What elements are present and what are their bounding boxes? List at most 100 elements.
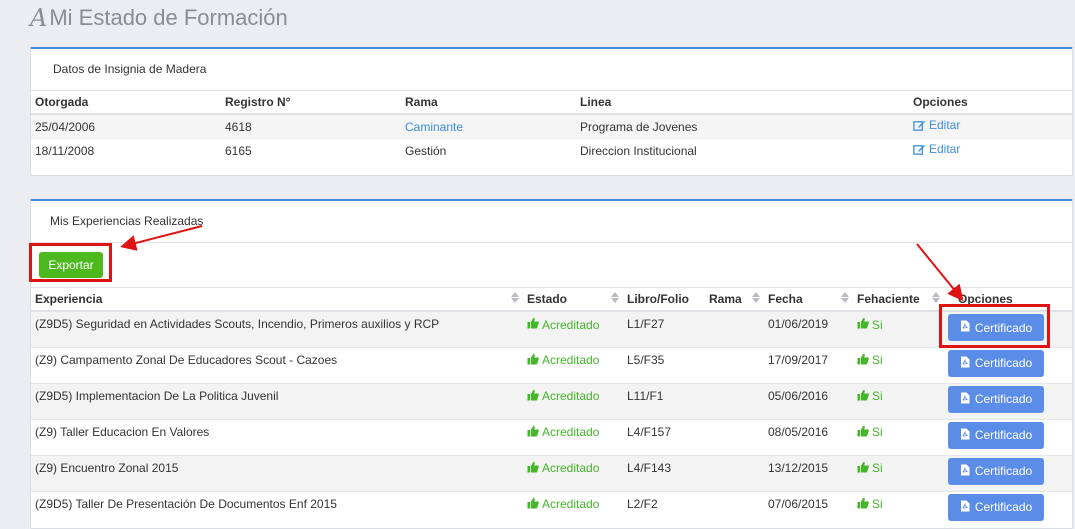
cell-fecha: 05/06/2016 bbox=[764, 382, 853, 419]
fehaciente-si: Si bbox=[857, 425, 883, 440]
status-acreditado: Acreditado bbox=[527, 353, 599, 368]
col-opciones: Opciones bbox=[909, 91, 1072, 115]
pdf-file-icon bbox=[960, 320, 970, 335]
col-libro[interactable]: Libro/Folio bbox=[623, 288, 705, 312]
thumbs-up-icon bbox=[857, 353, 869, 368]
status-acreditado: Acreditado bbox=[527, 425, 599, 440]
fehaciente-si: Si bbox=[857, 317, 883, 332]
cell-rama bbox=[705, 346, 764, 383]
experiencias-toolbar: Exportar bbox=[31, 243, 1072, 288]
thumbs-up-icon bbox=[527, 425, 539, 440]
experiencias-header-row: Experiencia Estado Libro/Folio Rama Fech… bbox=[31, 288, 1072, 312]
cell-registro: 6165 bbox=[221, 138, 401, 162]
thumbs-up-icon bbox=[527, 461, 539, 476]
thumbs-up-icon bbox=[527, 353, 539, 368]
table-row: (Z9D5) Implementacion De La Politica Juv… bbox=[31, 382, 1072, 419]
status-acreditado: Acreditado bbox=[527, 461, 599, 476]
pdf-file-icon bbox=[960, 428, 970, 443]
cell-experiencia: (Z9D5) Taller De Presentación De Documen… bbox=[31, 490, 523, 527]
table-row: (Z9D5) Taller De Presentación De Documen… bbox=[31, 490, 1072, 527]
cell-fecha: 08/05/2016 bbox=[764, 418, 853, 455]
experiencias-panel: Mis Experiencias Realizadas Exportar Exp… bbox=[30, 199, 1073, 529]
certificado-button[interactable]: Certificado bbox=[948, 349, 1044, 377]
certificado-button[interactable]: Certificado bbox=[948, 314, 1044, 341]
table-row: (Z9) Taller Educacion En Valores Acredita… bbox=[31, 418, 1072, 455]
cell-fecha: 17/09/2017 bbox=[764, 346, 853, 383]
cell-experiencia: (Z9D5) Implementacion De La Politica Juv… bbox=[31, 382, 523, 419]
cell-experiencia: (Z9) Campamento Zonal De Educadores Scou… bbox=[31, 346, 523, 383]
thumbs-up-icon bbox=[857, 425, 869, 440]
page-title-text: Mi Estado de Formación bbox=[49, 5, 288, 30]
export-button[interactable]: Exportar bbox=[39, 252, 103, 278]
certificado-button[interactable]: Certificado bbox=[948, 457, 1044, 485]
pdf-file-icon bbox=[960, 464, 970, 479]
status-acreditado: Acreditado bbox=[527, 317, 599, 332]
thumbs-up-icon bbox=[857, 389, 869, 404]
cell-otorgada: 18/11/2008 bbox=[31, 138, 221, 162]
table-row: 18/11/2008 6165 Gestión Direccion Instit… bbox=[31, 138, 1072, 162]
col-rama[interactable]: Rama bbox=[705, 288, 764, 312]
cell-experiencia: (Z9) Taller Educacion En Valores bbox=[31, 418, 523, 455]
insignia-header-row: Otorgada Registro N° Rama Linea Opciones bbox=[31, 91, 1072, 115]
fehaciente-si: Si bbox=[857, 461, 883, 476]
edit-label: Editar bbox=[929, 142, 961, 157]
cell-otorgada: 25/04/2006 bbox=[31, 113, 221, 139]
pdf-file-icon bbox=[960, 500, 970, 515]
certificado-button[interactable]: Certificado bbox=[948, 493, 1044, 521]
cell-libro: L4/F143 bbox=[623, 454, 705, 491]
page-title: A Mi Estado de Formación bbox=[30, 4, 288, 32]
cell-linea: Programa de Jovenes bbox=[576, 113, 909, 139]
table-row: (Z9D5) Seguridad en Actividades Scouts, … bbox=[31, 310, 1072, 347]
cell-experiencia: (Z9) Encuentro Zonal 2015 bbox=[31, 454, 523, 491]
cell-rama bbox=[705, 418, 764, 455]
cell-registro: 4618 bbox=[221, 113, 401, 139]
experiencias-table: Experiencia Estado Libro/Folio Rama Fech… bbox=[31, 288, 1072, 527]
edit-link[interactable]: Editar bbox=[913, 142, 960, 156]
cell-rama bbox=[705, 490, 764, 527]
sort-icon bbox=[752, 292, 760, 303]
sort-icon bbox=[511, 292, 519, 303]
experiencias-heading: Mis Experiencias Realizadas bbox=[31, 201, 1072, 243]
scout-logo-icon: A bbox=[30, 4, 48, 32]
cell-rama bbox=[705, 310, 764, 347]
rama-link[interactable]: Caminante bbox=[405, 120, 463, 134]
edit-icon bbox=[913, 120, 926, 131]
thumbs-up-icon bbox=[527, 317, 539, 332]
col-estado[interactable]: Estado bbox=[523, 288, 623, 312]
cell-rama: Gestión bbox=[401, 138, 576, 162]
cell-linea: Direccion Institucional bbox=[576, 138, 909, 162]
cell-libro: L1/F27 bbox=[623, 310, 705, 347]
cell-libro: L11/F1 bbox=[623, 382, 705, 419]
thumbs-up-icon bbox=[857, 497, 869, 512]
cell-libro: L2/F2 bbox=[623, 490, 705, 527]
fehaciente-si: Si bbox=[857, 389, 883, 404]
pdf-file-icon bbox=[960, 392, 970, 407]
table-row: (Z9) Campamento Zonal De Educadores Scou… bbox=[31, 346, 1072, 383]
cell-libro: L4/F157 bbox=[623, 418, 705, 455]
certificado-button[interactable]: Certificado bbox=[948, 385, 1044, 413]
col-linea: Linea bbox=[576, 91, 909, 115]
pdf-file-icon bbox=[960, 356, 970, 371]
col-fehaciente[interactable]: Fehaciente bbox=[853, 288, 944, 312]
cell-fecha: 13/12/2015 bbox=[764, 454, 853, 491]
col-fecha[interactable]: Fecha bbox=[764, 288, 853, 312]
status-acreditado: Acreditado bbox=[527, 497, 599, 512]
fehaciente-si: Si bbox=[857, 497, 883, 512]
certificado-button[interactable]: Certificado bbox=[948, 421, 1044, 449]
cell-fecha: 07/06/2015 bbox=[764, 490, 853, 527]
fehaciente-si: Si bbox=[857, 353, 883, 368]
edit-link[interactable]: Editar bbox=[913, 118, 960, 132]
edit-label: Editar bbox=[929, 118, 961, 133]
col-experiencia[interactable]: Experiencia bbox=[31, 288, 523, 312]
cell-rama bbox=[705, 382, 764, 419]
status-acreditado: Acreditado bbox=[527, 389, 599, 404]
cell-rama bbox=[705, 454, 764, 491]
col-rama: Rama bbox=[401, 91, 576, 115]
thumbs-up-icon bbox=[527, 389, 539, 404]
table-row: (Z9) Encuentro Zonal 2015 Acreditado L4/F1… bbox=[31, 454, 1072, 491]
thumbs-up-icon bbox=[857, 461, 869, 476]
thumbs-up-icon bbox=[857, 317, 869, 332]
table-row: 25/04/2006 4618 Caminante Programa de Jo… bbox=[31, 113, 1072, 139]
sort-icon bbox=[611, 292, 619, 303]
sort-icon bbox=[841, 292, 849, 303]
